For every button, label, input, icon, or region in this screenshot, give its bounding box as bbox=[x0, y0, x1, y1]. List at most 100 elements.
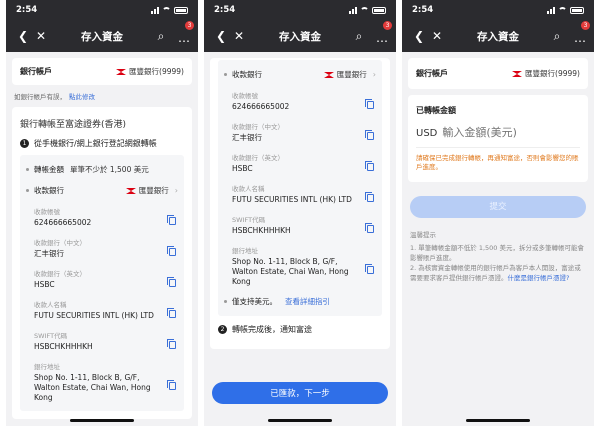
info-field: 收款人名稱 FUTU SECURITIES INTL (HK) LTD bbox=[224, 178, 376, 209]
home-indicator bbox=[268, 419, 332, 422]
chevron-right-icon: › bbox=[174, 186, 178, 195]
search-icon[interactable]: ⌕ bbox=[350, 29, 368, 44]
tip-1: 1. 單筆轉帳金額不低於 1,500 美元，拆分或多筆轉帳可能會影響賬戶進度。 bbox=[410, 244, 585, 262]
field-label: 收款帳號 bbox=[232, 92, 258, 100]
field-label: 銀行地址 bbox=[34, 363, 60, 371]
nav-row: ❮ ✕ 存入資金 ⌕ … 3 bbox=[402, 20, 594, 52]
notification-badge: 3 bbox=[383, 20, 392, 30]
receive-bank-row[interactable]: 收款銀行 匯豐銀行 › bbox=[224, 64, 376, 85]
bank-account-value: 匯豐銀行(9999) bbox=[525, 69, 580, 78]
status-time: 2:54 bbox=[16, 5, 38, 15]
field-label: SWIFT代碼 bbox=[34, 332, 68, 340]
more-icon[interactable]: … bbox=[574, 31, 586, 45]
screens: 2:54 ❮ ✕ 存入資金 ⌕ … 3 銀行帳戶 匯豐銀行(9999) 如銀行帳… bbox=[0, 0, 600, 426]
field-value: 汇丰银行 bbox=[232, 133, 262, 142]
hsbc-logo-icon bbox=[512, 70, 523, 77]
field-label: 收款銀行（中文） bbox=[232, 123, 284, 131]
hsbc-logo-icon bbox=[323, 71, 334, 78]
step-2-text: 轉帳完成後，通知富途 bbox=[232, 325, 312, 334]
field-value: FUTU SECURITIES INTL (HK) LTD bbox=[34, 311, 154, 320]
top-bar: 2:54 ❮ ✕ 存入資金 ⌕ … 3 bbox=[6, 0, 198, 52]
home-indicator bbox=[466, 419, 530, 422]
battery-icon bbox=[570, 6, 584, 14]
phone-screen-2: 2:54 ❮ ✕ 存入資金 ⌕ … 3 收款銀行 匯豐銀行 › 收款帳號 624… bbox=[204, 0, 396, 426]
amount-input-row: USD bbox=[416, 116, 580, 148]
info-field: 收款人名稱 FUTU SECURITIES INTL (HK) LTD bbox=[26, 294, 178, 325]
transferred-amount-card: 已轉帳金額 USD 請確保已完成銀行轉帳，再通知富途，否則會影響您的賬戶進度。 bbox=[408, 95, 588, 182]
transfer-section-title: 銀行轉帳至富途證券(香港) bbox=[20, 120, 127, 130]
transferred-amount-label: 已轉帳金額 bbox=[416, 106, 456, 115]
search-icon[interactable]: ⌕ bbox=[548, 29, 566, 44]
status-time: 2:54 bbox=[214, 5, 236, 15]
status-bar: 2:54 bbox=[402, 0, 594, 20]
field-value: HSBC bbox=[34, 280, 55, 289]
nav-row: ❮ ✕ 存入資金 ⌕ … 3 bbox=[204, 20, 396, 52]
info-field: SWIFT代碼 HSBCHKHHHKH bbox=[26, 325, 178, 356]
bank-account-card: 銀行帳戶 匯豐銀行(9999) bbox=[408, 58, 588, 89]
step-2-number: 2 bbox=[218, 325, 227, 334]
step-1-number: 1 bbox=[20, 139, 29, 148]
field-value: 汇丰银行 bbox=[34, 249, 64, 258]
signal-icon bbox=[349, 6, 357, 14]
copy-icon[interactable] bbox=[365, 263, 374, 274]
receive-fields: 收款帳號 624666665002 收款銀行（中文） 汇丰银行 收款銀行（英文） HSBC… bbox=[224, 85, 376, 291]
close-icon[interactable]: ✕ bbox=[428, 29, 446, 43]
copy-icon[interactable] bbox=[365, 222, 374, 233]
field-label: 收款銀行（英文） bbox=[34, 270, 86, 278]
tips-section: 溫馨提示 1. 單筆轉帳金額不低於 1,500 美元，拆分或多筆轉帳可能會影響賬… bbox=[402, 218, 594, 295]
search-icon[interactable]: ⌕ bbox=[152, 29, 170, 44]
field-value: Shop No. 1-11, Block B, G/F, Walton Esta… bbox=[232, 257, 349, 286]
copy-icon[interactable] bbox=[365, 191, 374, 202]
hsbc-logo-icon bbox=[125, 187, 136, 194]
remitted-next-button[interactable]: 已匯款，下一步 bbox=[212, 382, 388, 404]
view-guide-link[interactable]: 查看詳細指引 bbox=[285, 296, 330, 307]
field-value: HSBCHKHHHKH bbox=[34, 342, 93, 351]
notification-badge: 3 bbox=[185, 20, 194, 30]
receive-bank-value: 匯豐銀行 bbox=[138, 186, 169, 195]
amount-row: 轉帳金額 單筆不少於 1,500 美元 bbox=[26, 159, 178, 180]
copy-icon[interactable] bbox=[167, 338, 176, 349]
field-label: 收款銀行（英文） bbox=[232, 154, 284, 162]
more-icon[interactable]: … bbox=[178, 31, 190, 45]
chevron-right-icon: › bbox=[372, 70, 376, 79]
step-1-text: 從手機銀行/網上銀行登記網銀轉帳 bbox=[34, 139, 157, 148]
back-icon[interactable]: ❮ bbox=[410, 29, 428, 43]
field-value: Shop No. 1-11, Block B, G/F, Walton Esta… bbox=[34, 373, 151, 402]
close-icon[interactable]: ✕ bbox=[32, 29, 50, 43]
home-indicator bbox=[70, 419, 134, 422]
edit-account-link[interactable]: 點此修改 bbox=[69, 93, 95, 101]
submit-button[interactable]: 提交 bbox=[410, 196, 586, 218]
copy-icon[interactable] bbox=[365, 160, 374, 171]
back-icon[interactable]: ❮ bbox=[14, 29, 32, 43]
transfer-details-panel: 收款銀行 匯豐銀行 › 收款帳號 624666665002 收款銀行（中文） 汇丰银行… bbox=[218, 60, 382, 316]
bank-proof-link[interactable]: 什麼是銀行帳戶憑證? bbox=[508, 274, 570, 282]
support-row: 僅支持美元。 查看詳細指引 bbox=[224, 291, 376, 312]
field-label: 收款人名稱 bbox=[232, 185, 265, 193]
field-label: 銀行地址 bbox=[232, 247, 258, 255]
field-value: FUTU SECURITIES INTL (HK) LTD bbox=[232, 195, 352, 204]
close-icon[interactable]: ✕ bbox=[230, 29, 248, 43]
copy-icon[interactable] bbox=[167, 276, 176, 287]
battery-icon bbox=[174, 6, 188, 14]
amount-value: 單筆不少於 1,500 美元 bbox=[70, 165, 149, 174]
copy-icon[interactable] bbox=[365, 98, 374, 109]
bank-account-card: 銀行帳戶 匯豐銀行(9999) bbox=[12, 58, 192, 85]
tips-title: 溫馨提示 bbox=[410, 231, 436, 239]
more-icon[interactable]: … bbox=[376, 31, 388, 45]
status-bar: 2:54 bbox=[204, 0, 396, 20]
phone-screen-3: 2:54 ❮ ✕ 存入資金 ⌕ … 3 銀行帳戶 匯豐銀行(9999) 已轉帳金… bbox=[402, 0, 594, 426]
copy-icon[interactable] bbox=[167, 307, 176, 318]
info-field: 收款帳號 624666665002 bbox=[224, 85, 376, 116]
signal-icon bbox=[547, 6, 555, 14]
bank-account-label: 銀行帳戶 bbox=[416, 69, 448, 78]
copy-icon[interactable] bbox=[167, 379, 176, 390]
info-field: 收款銀行（中文） 汇丰银行 bbox=[26, 232, 178, 263]
copy-icon[interactable] bbox=[167, 214, 176, 225]
support-text: 僅支持美元。 bbox=[232, 297, 277, 306]
copy-icon[interactable] bbox=[365, 129, 374, 140]
transfer-details-panel: 轉帳金額 單筆不少於 1,500 美元 收款銀行 匯豐銀行 › 收款帳號 6246… bbox=[20, 155, 184, 411]
back-icon[interactable]: ❮ bbox=[212, 29, 230, 43]
receive-bank-row[interactable]: 收款銀行 匯豐銀行 › bbox=[26, 180, 178, 201]
amount-input[interactable] bbox=[442, 126, 553, 139]
copy-icon[interactable] bbox=[167, 245, 176, 256]
